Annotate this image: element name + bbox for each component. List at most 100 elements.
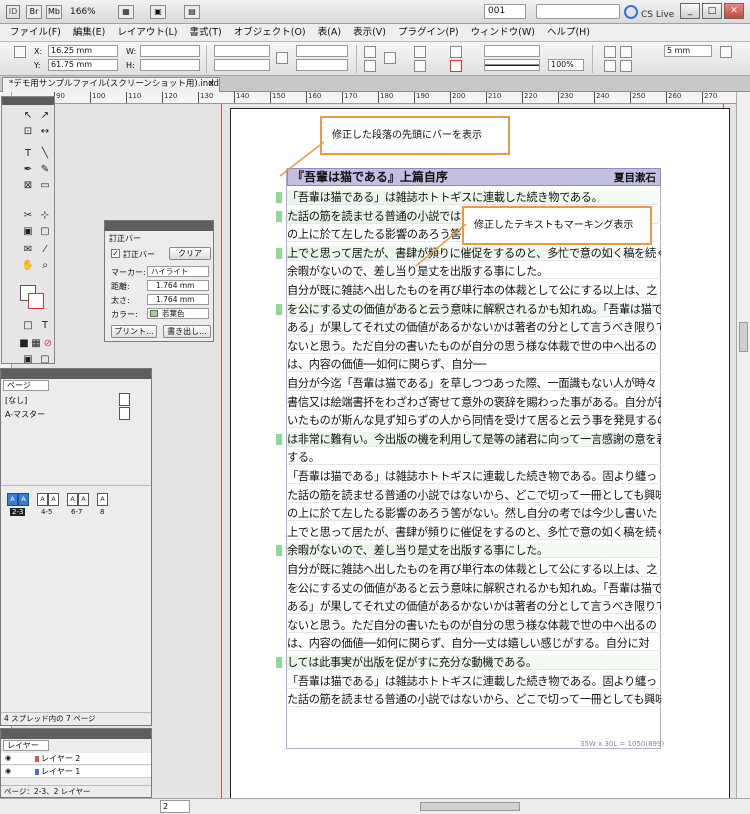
height-field[interactable] xyxy=(140,59,200,71)
corner-size-field[interactable]: 5 mm xyxy=(664,45,712,57)
pencil-tool-icon[interactable]: ✎ xyxy=(37,163,53,177)
eyedropper-tool-icon[interactable]: ⁄ xyxy=(37,243,53,257)
menu-layout[interactable]: レイアウト(L) xyxy=(117,24,177,41)
panel-header[interactable] xyxy=(1,729,151,739)
free-transform-tool-icon[interactable]: ⊹ xyxy=(37,209,53,223)
menu-plugins[interactable]: プラグイン(P) xyxy=(398,24,459,41)
pen-tool-icon[interactable]: ✒ xyxy=(20,163,36,177)
x-position-field[interactable]: 16.25 mm xyxy=(48,45,118,57)
thickness-field[interactable]: 1.764 mm xyxy=(147,294,209,305)
page-3-icon[interactable]: A xyxy=(18,493,29,506)
horizontal-scroll-thumb[interactable] xyxy=(420,802,520,811)
menu-file[interactable]: ファイル(F) xyxy=(10,24,61,41)
minibridge-icon[interactable]: Mb xyxy=(46,5,62,19)
menu-view[interactable]: 表示(V) xyxy=(353,24,386,41)
text-direction-icon[interactable] xyxy=(384,52,396,64)
zoom-tool-icon[interactable]: ⌕ xyxy=(37,259,53,273)
view-options-icon[interactable]: ▦ xyxy=(118,5,134,19)
normal-mode-icon[interactable]: ▣ xyxy=(20,353,36,367)
selection-tool-icon[interactable]: ↖ xyxy=(20,109,36,123)
arrange-documents-icon[interactable]: ▤ xyxy=(184,5,200,19)
rectangle-frame-tool-icon[interactable]: ⊠ xyxy=(20,179,36,193)
master-none[interactable]: [なし] xyxy=(5,395,27,406)
cs-live-button[interactable]: CS Live xyxy=(624,5,674,22)
export-button[interactable]: 書き出し... xyxy=(163,325,211,338)
page-tool-icon[interactable]: ⊡ xyxy=(20,125,36,139)
reference-point-icon[interactable] xyxy=(14,46,26,58)
scale-x-field[interactable] xyxy=(214,45,270,57)
panel-header[interactable] xyxy=(105,221,213,231)
preview-mode-icon[interactable]: ▢ xyxy=(37,353,53,367)
formatting-container-icon[interactable]: □ xyxy=(20,319,36,333)
width-field[interactable] xyxy=(140,45,200,57)
page-field[interactable]: 001 xyxy=(484,4,526,19)
tools-panel-header[interactable] xyxy=(2,97,54,105)
scroll-thumb[interactable] xyxy=(739,322,748,352)
opacity-field[interactable]: 100% xyxy=(548,59,584,71)
line-tool-icon[interactable]: ╲ xyxy=(37,147,53,161)
eye-icon[interactable]: ◉ xyxy=(5,767,14,776)
select-content-icon[interactable] xyxy=(414,60,426,72)
bridge-icon[interactable]: Br xyxy=(26,5,42,19)
menu-help[interactable]: ヘルプ(H) xyxy=(547,24,590,41)
rotation-field[interactable] xyxy=(296,45,348,57)
clear-button[interactable]: クリア xyxy=(169,247,211,260)
flip-icon[interactable] xyxy=(364,60,376,72)
help-search-input[interactable] xyxy=(536,4,620,19)
menu-object[interactable]: オブジェクト(O) xyxy=(234,24,306,41)
gradient-feather-tool-icon[interactable]: ▢ xyxy=(37,225,53,239)
type-tool-icon[interactable]: T xyxy=(20,147,36,161)
panel-header[interactable] xyxy=(1,369,151,379)
fill-swatch-icon[interactable] xyxy=(450,46,462,58)
link-icon[interactable] xyxy=(276,52,288,64)
shear-field[interactable] xyxy=(296,59,348,71)
select-container-icon[interactable] xyxy=(414,46,426,58)
gap-tool-icon[interactable]: ↔ xyxy=(37,125,53,139)
close-tab-icon[interactable]: × xyxy=(207,78,215,91)
print-button[interactable]: プリント... xyxy=(111,325,157,338)
distance-field[interactable]: 1.764 mm xyxy=(147,280,209,291)
stroke-weight-field[interactable] xyxy=(484,45,540,57)
rectangle-tool-icon[interactable]: ▭ xyxy=(37,179,53,193)
zoom-level[interactable]: 166% xyxy=(70,5,104,19)
direct-selection-tool-icon[interactable]: ↗ xyxy=(37,109,53,123)
revision-bar-checkbox[interactable]: ✓ xyxy=(111,249,120,258)
fill-frame-icon[interactable] xyxy=(620,60,632,72)
menu-table[interactable]: 表(A) xyxy=(318,24,341,41)
horizontal-ruler[interactable]: 90 100 110 120 130 140 150 160 170 180 190 200 210 22… xyxy=(12,92,736,104)
pages-tab[interactable]: ページ xyxy=(3,380,49,391)
layers-tab[interactable]: レイヤー xyxy=(3,740,49,751)
stroke-swatch-icon[interactable] xyxy=(28,293,44,309)
page-6-icon[interactable]: A xyxy=(67,493,78,506)
document-tab[interactable]: *デモ用サンプルファイル(スクリーンショット用).indd @ 166% × xyxy=(2,77,220,92)
note-tool-icon[interactable]: ✉ xyxy=(20,243,36,257)
eye-icon[interactable]: ◉ xyxy=(5,754,14,763)
gradient-tool-icon[interactable]: ▣ xyxy=(20,225,36,239)
page-7-icon[interactable]: A xyxy=(78,493,89,506)
page-8-icon[interactable]: A xyxy=(97,493,108,506)
stroke-swatch-icon[interactable] xyxy=(450,60,462,72)
minimize-button[interactable]: _ xyxy=(680,3,700,19)
y-position-field[interactable]: 61.75 mm xyxy=(48,59,118,71)
scale-y-field[interactable] xyxy=(214,59,270,71)
page-5-icon[interactable]: A xyxy=(48,493,59,506)
menu-edit[interactable]: 編集(E) xyxy=(73,24,105,41)
apply-none-icon[interactable]: ⊘ xyxy=(40,337,56,351)
close-button[interactable]: ✕ xyxy=(724,3,744,19)
status-page-field[interactable]: 2 xyxy=(160,800,190,813)
scissors-tool-icon[interactable]: ✂ xyxy=(20,209,36,223)
screen-mode-icon[interactable]: ▣ xyxy=(150,5,166,19)
menu-type[interactable]: 書式(T) xyxy=(190,24,222,41)
hand-tool-icon[interactable]: ✋ xyxy=(20,259,36,273)
center-content-icon[interactable] xyxy=(604,60,616,72)
layer-row[interactable]: ◉ レイヤー 2 xyxy=(1,753,151,765)
fit-content-icon[interactable] xyxy=(604,46,616,58)
stroke-type-dropdown[interactable] xyxy=(484,59,540,71)
layer-row[interactable]: ◉ レイヤー 1 xyxy=(1,766,151,778)
page-2-icon[interactable]: A xyxy=(7,493,18,506)
vertical-scrollbar[interactable] xyxy=(736,92,750,798)
text-frame[interactable]: 『吾輩は猫である』上篇自序 夏目漱石 「吾輩は猫である」は雑誌ホトトギスに連載し… xyxy=(287,168,661,738)
marker-dropdown[interactable]: ハイライト xyxy=(147,266,209,277)
rotate-icon[interactable] xyxy=(364,46,376,58)
menu-window[interactable]: ウィンドウ(W) xyxy=(471,24,535,41)
